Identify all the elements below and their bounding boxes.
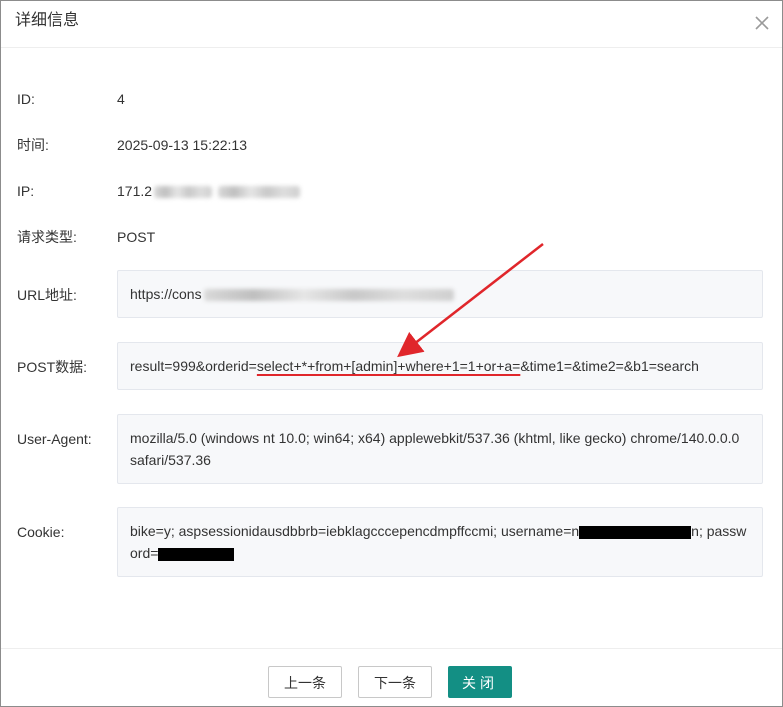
detail-dialog: 详细信息 ID: 4 时间: 2025-09-13 15:22:13 IP: 1… bbox=[0, 0, 783, 707]
post-suffix: &time1=&time2=&b1=search bbox=[520, 358, 699, 374]
ip-visible-text: 171.2 bbox=[117, 183, 153, 199]
redaction-bar bbox=[579, 525, 692, 539]
url-box: https://cons bbox=[117, 270, 763, 318]
cookie-part1: bike=y; aspsessionidausdbbrb=iebklagccce… bbox=[130, 523, 580, 539]
cookie-part3: rd= bbox=[137, 545, 159, 561]
redaction-bar bbox=[158, 547, 235, 561]
post-label: POST数据: bbox=[17, 359, 88, 375]
blurred-region bbox=[203, 289, 454, 302]
url-visible-text: https://cons bbox=[130, 286, 202, 302]
post-data-box: result=999&orderid=select+*+from+[admin]… bbox=[117, 342, 763, 390]
next-button[interactable]: 下一条 bbox=[358, 666, 432, 698]
id-value: 4 bbox=[117, 91, 125, 107]
time-label: 时间: bbox=[17, 137, 49, 153]
user-agent-label: User-Agent: bbox=[17, 431, 92, 447]
dialog-header: 详细信息 bbox=[1, 1, 782, 48]
close-button[interactable]: 关闭 bbox=[448, 666, 512, 698]
previous-button[interactable]: 上一条 bbox=[268, 666, 342, 698]
ip-value: 171.2 bbox=[117, 182, 301, 200]
post-prefix: result=999&orderid= bbox=[130, 358, 257, 374]
url-label: URL地址: bbox=[17, 287, 77, 303]
sql-injection-payload: select+*+from+[admin]+where+1=1+or+a= bbox=[256, 358, 521, 374]
close-icon[interactable] bbox=[751, 12, 773, 34]
ip-label: IP: bbox=[17, 183, 35, 199]
cookie-label: Cookie: bbox=[17, 524, 65, 540]
method-value: POST bbox=[117, 229, 156, 245]
blurred-region bbox=[154, 186, 213, 199]
method-label: 请求类型: bbox=[17, 229, 77, 245]
id-label: ID: bbox=[17, 91, 35, 107]
dialog-footer: 上一条 下一条 关闭 bbox=[1, 648, 782, 707]
cookie-box: bike=y; aspsessionidausdbbrb=iebklagccce… bbox=[117, 507, 763, 577]
time-value: 2025-09-13 15:22:13 bbox=[117, 137, 247, 153]
dialog-title: 详细信息 bbox=[15, 12, 80, 29]
user-agent-box: mozilla/5.0 (windows nt 10.0; win64; x64… bbox=[117, 414, 763, 484]
user-agent-value: mozilla/5.0 (windows nt 10.0; win64; x64… bbox=[130, 430, 740, 468]
blurred-region bbox=[218, 186, 301, 199]
